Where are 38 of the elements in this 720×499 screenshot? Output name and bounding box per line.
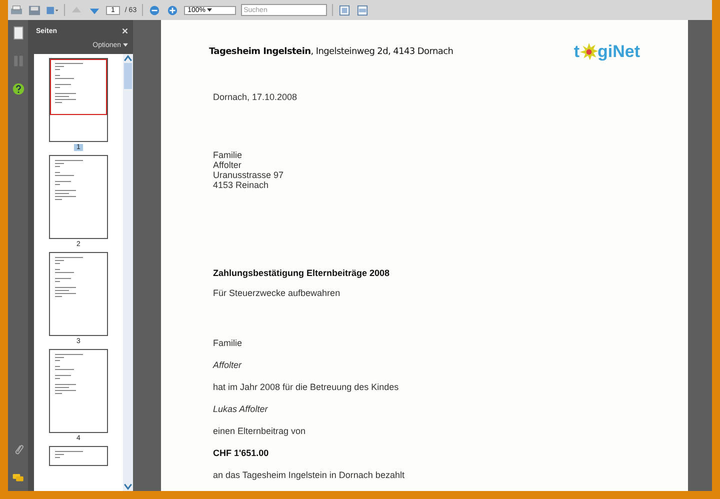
address-line: 4153 Reinach <box>213 180 270 190</box>
pages-icon[interactable] <box>12 26 24 40</box>
letter-text: Für Steuerzwecke aufbewahren <box>213 288 342 298</box>
viewport-frame[interactable] <box>50 59 107 115</box>
amount: CHF 1'651.00 <box>213 448 270 458</box>
letter-heading: Zahlungsbestätigung Elternbeiträge 2008 <box>213 268 391 278</box>
scrollbar-thumb[interactable] <box>124 63 132 89</box>
scroll-down-icon[interactable] <box>123 482 133 491</box>
close-icon[interactable] <box>122 28 128 34</box>
page-thumbnail[interactable] <box>49 349 108 433</box>
page-thumbnail[interactable] <box>49 58 108 142</box>
zoom-in-icon[interactable] <box>166 4 179 16</box>
page-thumbnail[interactable] <box>49 155 108 239</box>
logo: t giNet <box>574 42 640 62</box>
scroll-up-icon[interactable] <box>123 54 133 63</box>
address-line: Affolter <box>213 160 242 170</box>
caret-icon <box>123 43 128 48</box>
page-thumbnail[interactable] <box>49 446 108 466</box>
scrollbar[interactable] <box>123 54 133 491</box>
fit-width-icon[interactable] <box>356 4 369 16</box>
letterhead: Tagesheim Ingelstein, Ingelsteinweg 2d, 4143 Dornach <box>209 47 454 57</box>
letter-text: einen Elternbeitrag von <box>213 426 307 436</box>
save-icon[interactable] <box>28 4 41 16</box>
letter-text: Lukas Affolter <box>213 404 269 414</box>
address-line: Familie <box>213 150 244 160</box>
help-icon[interactable] <box>12 82 24 96</box>
letter-text: Affolter <box>213 360 243 370</box>
letter-text: hat im Jahr 2008 für die Betreuung des Kindes <box>213 382 400 392</box>
document-icon[interactable] <box>46 4 59 16</box>
print-icon[interactable] <box>10 4 23 16</box>
letter-date: Dornach, 17.10.2008 <box>213 92 298 102</box>
letter-text: an das Tagesheim Ingelstein in Dornach bezahlt <box>213 470 406 480</box>
letter-text: Familie <box>213 338 244 348</box>
address-line: Uranusstrasse 97 <box>213 170 285 180</box>
fit-page-icon[interactable] <box>338 4 351 16</box>
zoom-out-icon[interactable] <box>148 4 161 16</box>
page-thumbnail[interactable] <box>49 252 108 336</box>
caret-icon <box>207 8 212 12</box>
